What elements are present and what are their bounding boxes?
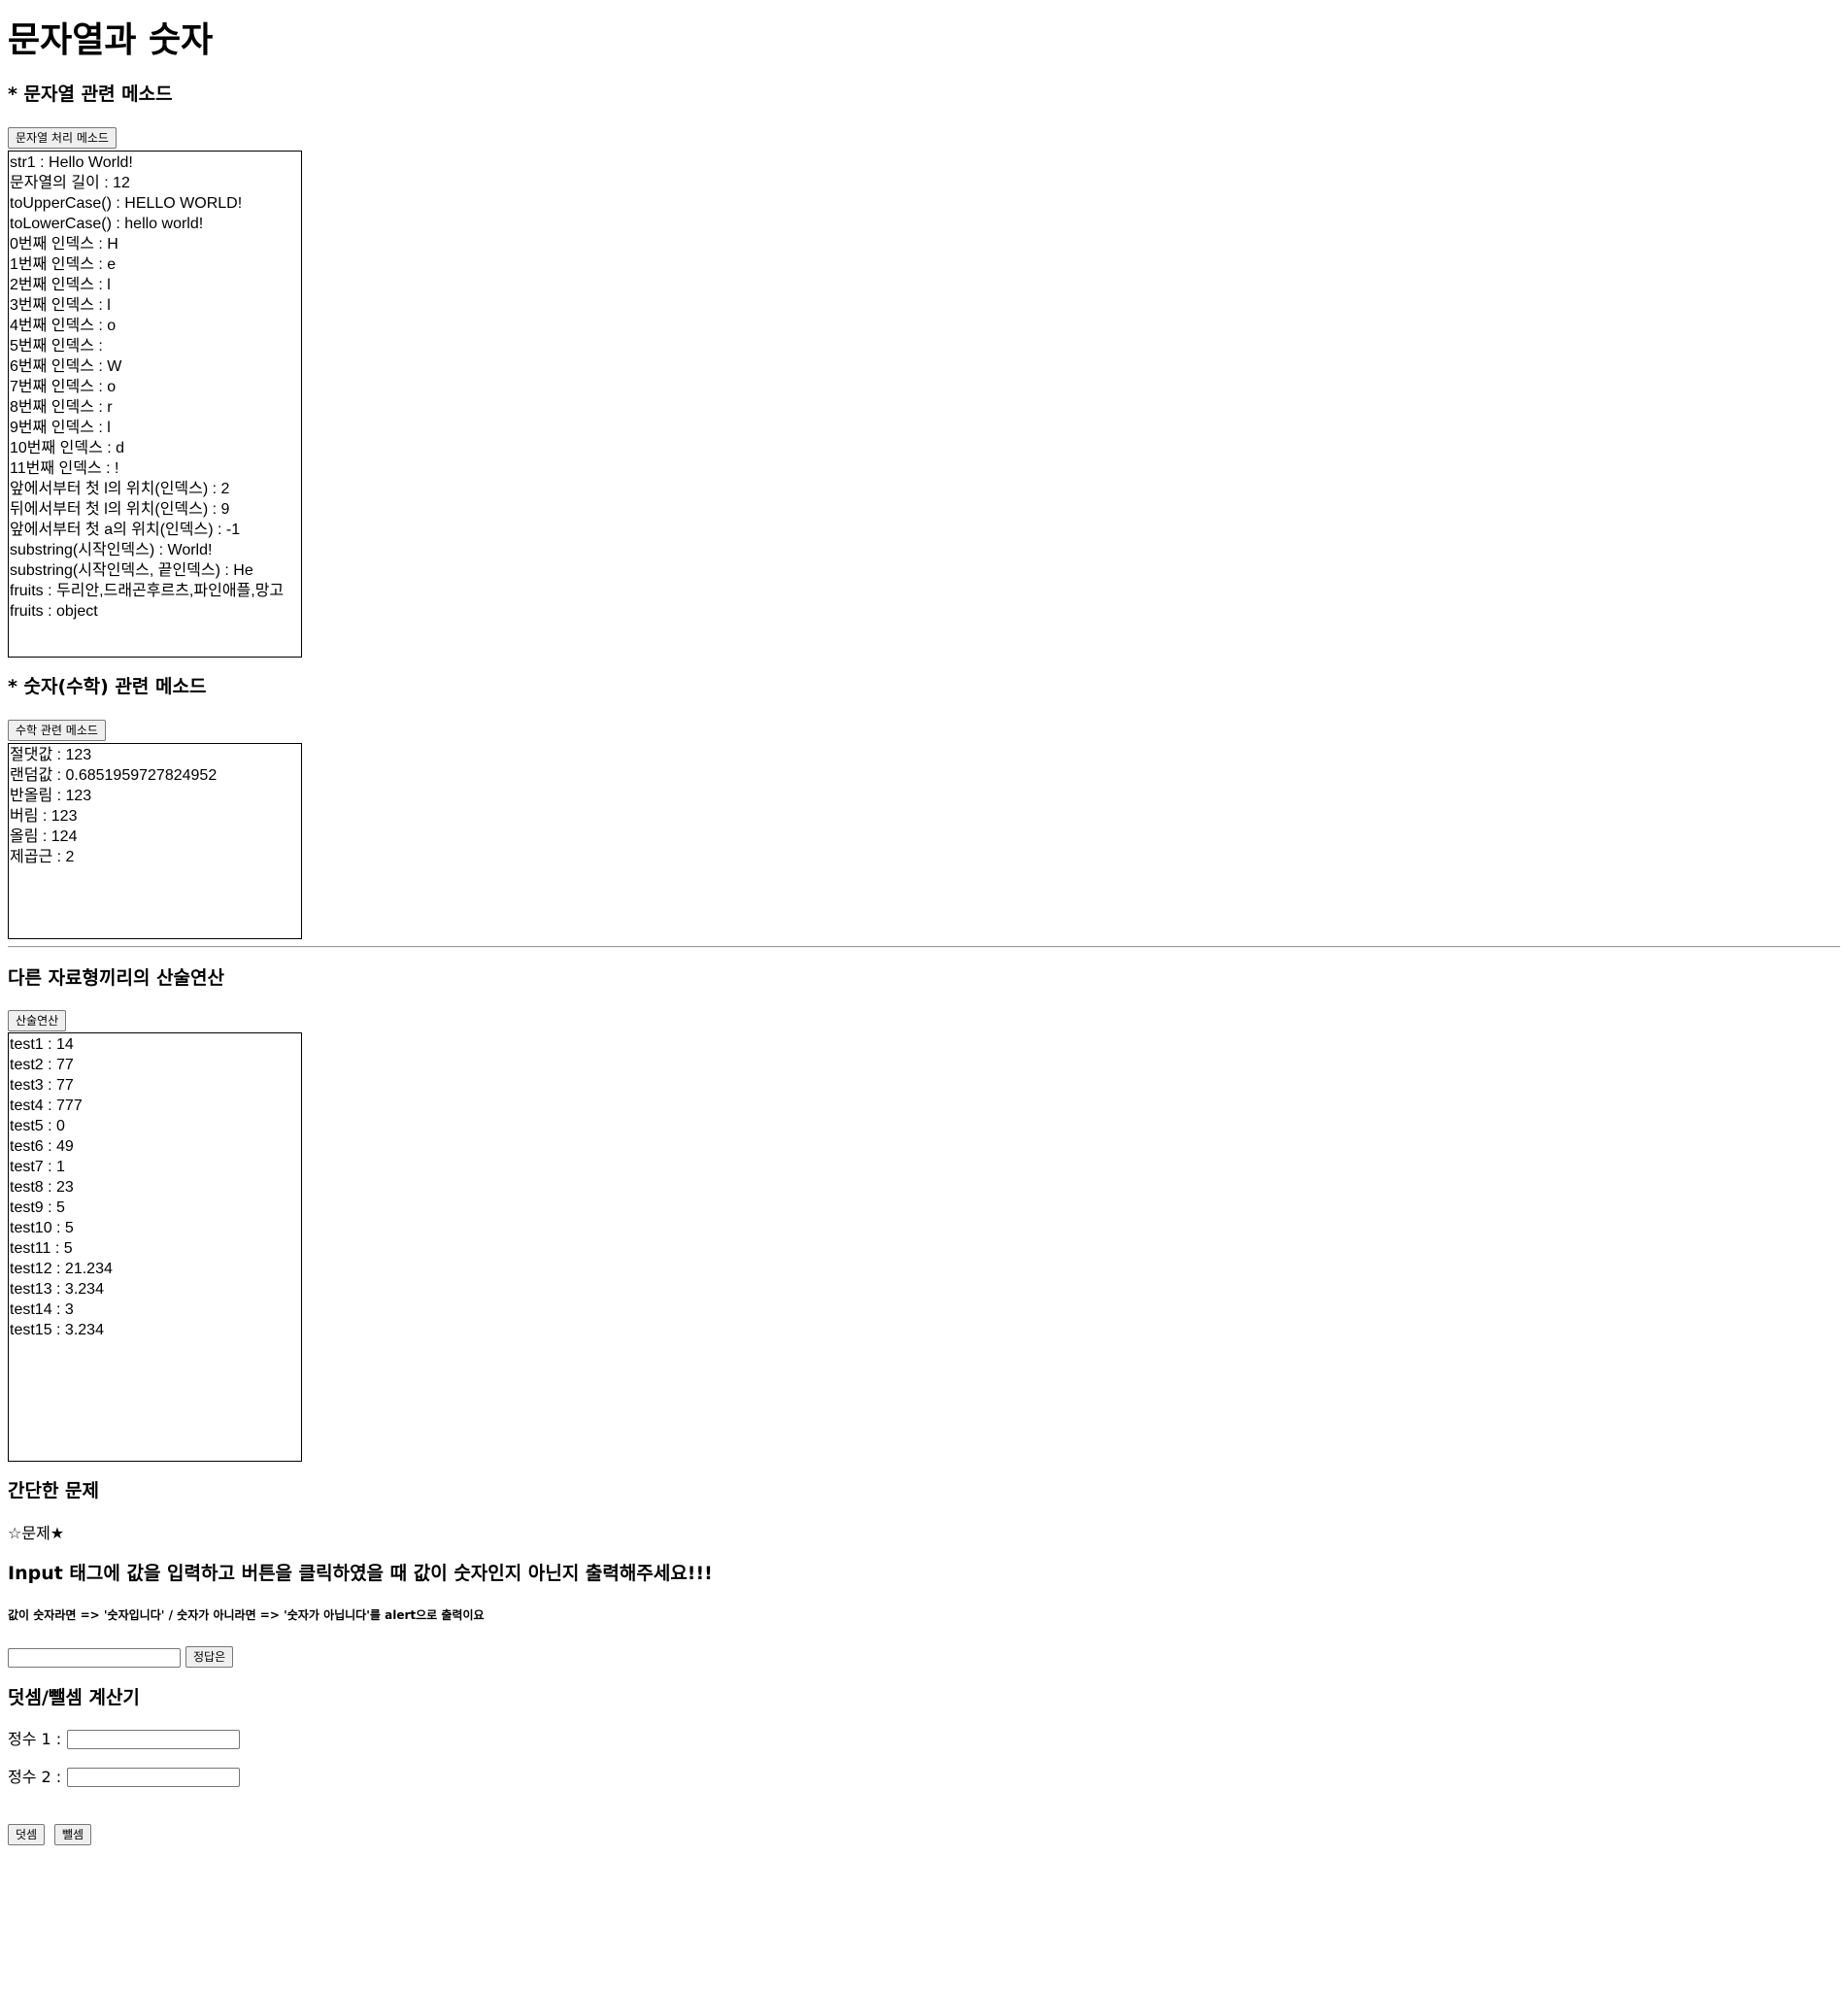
- output-line: 앞에서부터 첫 a의 위치(인덱스) : -1: [10, 522, 241, 538]
- output-line: 버림 : 123: [10, 808, 78, 825]
- output-line: 반올림 : 123: [10, 788, 92, 804]
- output-line: 7번째 인덱스 : o: [10, 379, 117, 395]
- output-line: 5번째 인덱스 :: [10, 338, 103, 355]
- math-output-area: 절댓값 : 123 랜덤값 : 0.6851959727824952 반올림 : 1…: [8, 743, 302, 939]
- output-line: test9 : 5: [10, 1199, 65, 1216]
- quiz-check-button[interactable]: 정답은: [185, 1646, 234, 1668]
- output-line: test10 : 5: [10, 1220, 74, 1236]
- section-divider: [8, 946, 1840, 948]
- output-line: 앞에서부터 첫 l의 위치(인덱스) : 2: [10, 481, 230, 497]
- output-line: test3 : 77: [10, 1077, 74, 1094]
- output-line: 제곱근 : 2: [10, 849, 75, 865]
- output-line: 2번째 인덱스 : l: [10, 277, 111, 293]
- quiz-question: Input 태그에 값을 입력하고 버튼을 클릭하였을 때 값이 숫자인지 아닌…: [8, 1563, 713, 1584]
- add-button[interactable]: 덧셈: [8, 1824, 46, 1845]
- output-line: test4 : 777: [10, 1097, 83, 1114]
- string-output-area: str1 : Hello World! 문자열의 길이 : 12 toUpperCa…: [8, 151, 302, 658]
- output-line: 올림 : 124: [10, 828, 78, 845]
- output-line: 6번째 인덱스 : W: [10, 358, 122, 375]
- output-line: test11 : 5: [10, 1240, 73, 1257]
- output-line: 9번째 인덱스 : l: [10, 420, 111, 436]
- arith-output-area: test1 : 14 test2 : 77 test3 : 77 test4 : 77…: [8, 1032, 302, 1462]
- output-line: 10번째 인덱스 : d: [10, 440, 125, 456]
- quiz-section-heading: 간단한 문제: [8, 1480, 100, 1502]
- output-line: test14 : 3: [10, 1301, 74, 1318]
- output-line: test7 : 1: [10, 1159, 65, 1175]
- output-line: substring(시작인덱스) : World!: [10, 542, 213, 558]
- output-line: substring(시작인덱스, 끝인덱스) : He: [10, 562, 253, 579]
- quiz-answer-input[interactable]: [8, 1648, 181, 1668]
- output-line: 8번째 인덱스 : r: [10, 399, 113, 416]
- output-line: test15 : 3.234: [10, 1322, 104, 1338]
- output-line: toLowerCase() : hello world!: [10, 216, 204, 232]
- integer2-label: 정수 2 :: [8, 1768, 62, 1786]
- output-line: test12 : 21.234: [10, 1261, 113, 1277]
- output-line: 랜덤값 : 0.6851959727824952: [10, 767, 218, 784]
- quiz-subtitle: ☆문제★: [8, 1524, 65, 1542]
- page-title: 문자열과 숫자: [8, 20, 214, 60]
- output-line: 절댓값 : 123: [10, 747, 92, 763]
- output-line: 3번째 인덱스 : l: [10, 297, 111, 314]
- math-methods-button[interactable]: 수학 관련 메소드: [8, 720, 106, 741]
- output-line: test8 : 23: [10, 1179, 74, 1196]
- output-line: 0번째 인덱스 : H: [10, 236, 118, 253]
- output-line: test6 : 49: [10, 1138, 74, 1155]
- math-section-heading: * 숫자(수학) 관련 메소드: [8, 676, 207, 697]
- output-line: test1 : 14: [10, 1036, 74, 1053]
- arith-button[interactable]: 산술연산: [8, 1010, 67, 1031]
- output-line: 11번째 인덱스 : !: [10, 460, 119, 477]
- output-line: test5 : 0: [10, 1118, 65, 1134]
- output-line: str1 : Hello World!: [10, 154, 133, 171]
- string-section-heading: * 문자열 관련 메소드: [8, 84, 173, 105]
- integer1-label: 정수 1 :: [8, 1730, 62, 1748]
- integer2-input[interactable]: [67, 1768, 240, 1787]
- output-line: 4번째 인덱스 : o: [10, 318, 117, 334]
- output-line: 뒤에서부터 첫 l의 위치(인덱스) : 9: [10, 501, 230, 518]
- output-line: test2 : 77: [10, 1057, 74, 1073]
- output-line: fruits : object: [10, 603, 98, 620]
- output-line: test13 : 3.234: [10, 1281, 104, 1298]
- output-line: 1번째 인덱스 : e: [10, 256, 117, 273]
- output-line: toUpperCase() : HELLO WORLD!: [10, 195, 243, 212]
- subtract-button[interactable]: 뺄셈: [54, 1824, 92, 1845]
- quiz-hint: 값이 숫자라면 => '숫자입니다' / 숫자가 아니라면 => '숫자가 아닙…: [8, 1608, 485, 1622]
- integer1-input[interactable]: [67, 1730, 240, 1749]
- calc-section-heading: 덧셈/뺄셈 계산기: [8, 1687, 140, 1708]
- string-methods-button[interactable]: 문자열 처리 메소드: [8, 127, 117, 149]
- output-line: fruits : 두리안,드래곤후르츠,파인애플,망고: [10, 583, 285, 599]
- output-line: 문자열의 길이 : 12: [10, 175, 130, 191]
- arith-section-heading: 다른 자료형끼리의 산술연산: [8, 967, 224, 989]
